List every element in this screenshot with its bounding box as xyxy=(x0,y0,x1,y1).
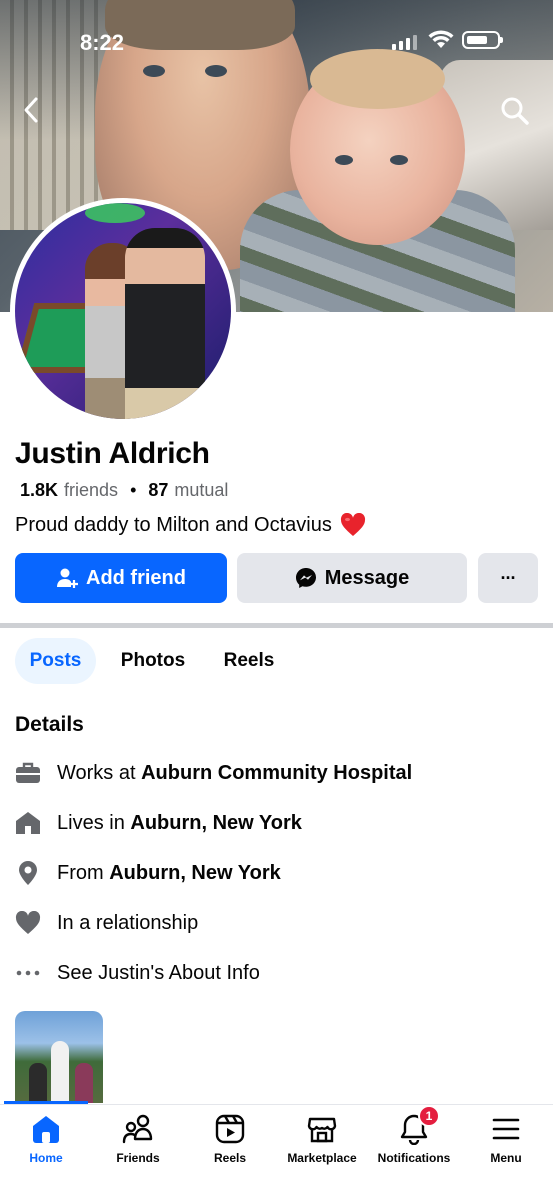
bell-icon-wrap: 1 xyxy=(398,1105,440,1146)
add-friend-button[interactable]: Add friend xyxy=(15,553,227,603)
status-time: 8:22 xyxy=(80,30,125,55)
message-label: Message xyxy=(324,566,410,589)
messenger-icon xyxy=(295,568,316,588)
nav-home[interactable]: Home xyxy=(0,1113,92,1165)
nav-friends-label: Friends xyxy=(116,1151,160,1165)
mutual-count: 87 xyxy=(148,480,169,500)
detail-from-text: From Auburn, New York xyxy=(57,861,281,884)
battery-icon xyxy=(462,31,503,49)
friend-counts[interactable]: 1.8K friends • 87 mutual xyxy=(20,480,228,501)
section-divider xyxy=(0,623,553,628)
more-dots-icon xyxy=(15,960,41,986)
home-icon xyxy=(33,1116,59,1143)
add-friend-label: Add friend xyxy=(86,566,186,589)
marketplace-icon xyxy=(307,1117,337,1143)
detail-relationship-text: In a relationship xyxy=(57,911,199,934)
more-dots-icon: ··· xyxy=(500,567,517,588)
friends-label: friends xyxy=(64,480,119,500)
featured-photo-thumbnail[interactable] xyxy=(15,1011,103,1103)
nav-menu[interactable]: Menu xyxy=(460,1113,552,1165)
detail-from[interactable]: From Auburn, New York xyxy=(15,858,281,888)
detail-about-info-text: See Justin's About Info xyxy=(57,961,260,984)
avatar-photo xyxy=(15,203,231,419)
wifi-icon xyxy=(428,30,454,48)
add-person-icon xyxy=(57,568,78,588)
reels-icon xyxy=(215,1114,245,1144)
profile-bio: Proud daddy to Milton and Octavius xyxy=(15,513,366,537)
nav-notifications-label: Notifications xyxy=(377,1151,451,1165)
back-arrow-icon[interactable] xyxy=(18,96,46,124)
friends-count: 1.8K xyxy=(20,480,59,500)
nav-reels[interactable]: Reels xyxy=(184,1113,276,1165)
bio-text: Proud daddy to Milton and Octavius xyxy=(15,513,332,536)
more-options-button[interactable]: ··· xyxy=(478,553,538,603)
detail-work-text: Works at Auburn Community Hospital xyxy=(57,761,413,784)
profile-avatar[interactable] xyxy=(10,198,236,424)
detail-lives-text: Lives in Auburn, New York xyxy=(57,811,302,834)
tab-posts[interactable]: Posts xyxy=(15,638,96,684)
hamburger-icon xyxy=(492,1118,520,1140)
nav-marketplace-label: Marketplace xyxy=(287,1151,357,1165)
mutual-label: mutual xyxy=(174,480,229,500)
detail-lives[interactable]: Lives in Auburn, New York xyxy=(15,808,302,838)
count-separator: • xyxy=(130,480,137,500)
status-bar: 8:22 xyxy=(0,0,553,80)
details-heading: Details xyxy=(15,713,84,736)
home-icon xyxy=(15,810,41,836)
nav-home-label: Home xyxy=(29,1151,63,1165)
notification-badge: 1 xyxy=(418,1105,440,1127)
nav-menu-label: Menu xyxy=(490,1151,522,1165)
bottom-navigation: Home Friends Reels Marketplace 1 Notific… xyxy=(0,1104,553,1200)
briefcase-icon xyxy=(15,760,41,786)
detail-work[interactable]: Works at Auburn Community Hospital xyxy=(15,758,412,788)
cellular-signal-icon xyxy=(392,34,417,50)
message-button[interactable]: Message xyxy=(237,553,467,603)
location-pin-icon xyxy=(15,860,41,886)
detail-relationship[interactable]: In a relationship xyxy=(15,908,198,938)
heart-icon xyxy=(15,910,41,936)
detail-about-info[interactable]: See Justin's About Info xyxy=(15,958,260,988)
cover-child-right xyxy=(290,49,465,245)
friends-icon xyxy=(122,1114,153,1144)
profile-name: Justin Aldrich xyxy=(15,437,210,470)
tab-reels[interactable]: Reels xyxy=(210,638,288,684)
tab-photos[interactable]: Photos xyxy=(108,638,198,684)
nav-friends[interactable]: Friends xyxy=(92,1113,184,1165)
red-heart-emoji-icon xyxy=(340,513,365,536)
nav-reels-label: Reels xyxy=(213,1151,247,1165)
search-icon[interactable] xyxy=(500,96,530,126)
nav-marketplace[interactable]: Marketplace xyxy=(276,1113,368,1165)
nav-notifications[interactable]: 1 Notifications xyxy=(368,1105,460,1165)
